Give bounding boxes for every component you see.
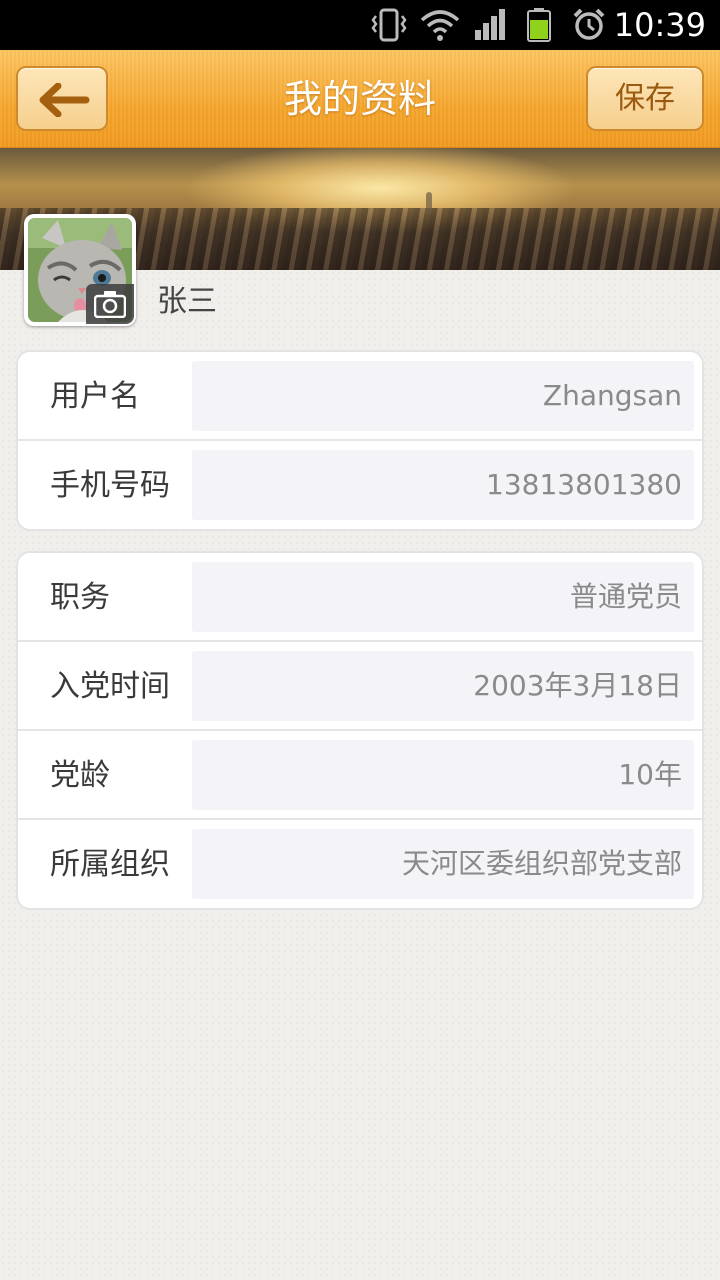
battery-icon	[526, 8, 552, 46]
party-age-field[interactable]: 10年	[192, 740, 694, 810]
phone-field[interactable]: 13813801380	[192, 450, 694, 520]
camera-icon	[94, 291, 126, 318]
phone-label: 手机号码	[50, 468, 170, 503]
change-avatar-button[interactable]	[86, 284, 134, 324]
alarm-icon	[572, 8, 606, 46]
save-button[interactable]: 保存	[586, 66, 704, 131]
username-row: 用户名 Zhangsan	[18, 352, 702, 441]
vibrate-icon	[370, 8, 408, 46]
account-info-card: 用户名 Zhangsan 手机号码 13813801380	[16, 350, 704, 531]
party-age-label: 党龄	[50, 758, 110, 793]
signal-icon	[474, 8, 506, 46]
phone-row: 手机号码 13813801380	[18, 441, 702, 529]
username-field[interactable]: Zhangsan	[192, 361, 694, 431]
position-label: 职务	[50, 580, 110, 615]
username-label: 用户名	[50, 379, 140, 414]
user-name: 张三	[157, 284, 217, 319]
status-time: 10:39	[613, 6, 706, 44]
position-field[interactable]: 普通党员	[192, 562, 694, 632]
join-date-label: 入党时间	[50, 669, 170, 704]
join-date-field[interactable]: 2003年3月18日	[192, 651, 694, 721]
header-bar: 我的资料 保存	[0, 50, 720, 148]
party-info-card: 职务 普通党员 入党时间 2003年3月18日 党龄 10年 所属组织 天河区委…	[16, 551, 704, 910]
organization-label: 所属组织	[50, 847, 170, 882]
wifi-icon	[420, 8, 460, 46]
position-row: 职务 普通党员	[18, 553, 702, 642]
party-age-row: 党龄 10年	[18, 731, 702, 820]
back-arrow-icon	[39, 83, 90, 117]
join-date-row: 入党时间 2003年3月18日	[18, 642, 702, 731]
back-button[interactable]	[16, 66, 108, 131]
organization-field[interactable]: 天河区委组织部党支部	[192, 829, 694, 899]
organization-row: 所属组织 天河区委组织部党支部	[18, 820, 702, 908]
banner-figure	[426, 192, 432, 214]
status-bar: 10:39	[0, 0, 720, 50]
